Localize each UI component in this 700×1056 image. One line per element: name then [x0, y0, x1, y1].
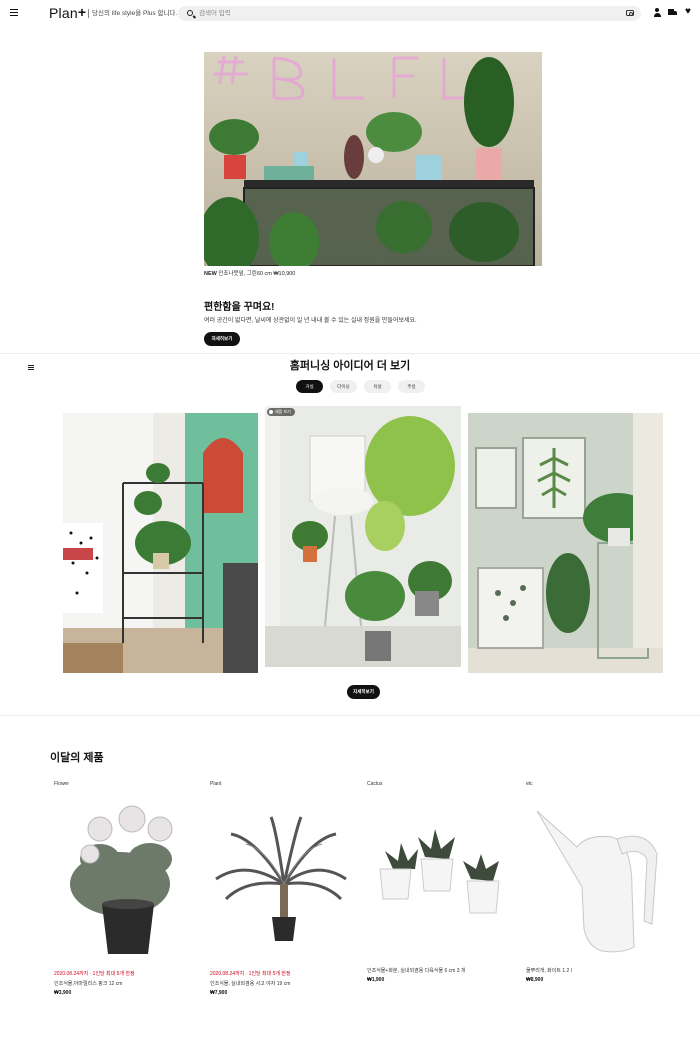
section-divider — [0, 715, 700, 716]
palm-image — [215, 816, 347, 941]
tab-kitchen[interactable]: 주방 — [398, 380, 425, 393]
ideas-detail-button[interactable]: 자세히보기 — [347, 685, 380, 699]
search-icon[interactable] — [187, 10, 193, 16]
cactus-image — [379, 829, 500, 914]
product-name: 인조식물+화분, 실내외겸용 다육식물 6 cm 3 개 — [367, 968, 466, 974]
truck-icon[interactable] — [668, 8, 678, 18]
hero-description: 여러 공간이 없다면, 날씨에 상관없이 일 년 내내 볼 수 있는 실내 정원… — [204, 318, 417, 324]
room-tabs: 거실 다이닝 욕실 주방 — [296, 380, 425, 393]
product-price: ₩8,900 — [526, 977, 544, 983]
hero-illustration — [204, 52, 542, 266]
idea-image-1[interactable] — [63, 413, 258, 673]
tab-dining[interactable]: 다이닝 — [330, 380, 357, 393]
product-name: 물뿌리개, 화이트 1.2 l — [526, 968, 572, 974]
product-promo: 2020.08.24까지 · 1인당 최대 5개 한정 — [210, 971, 291, 977]
hero-image[interactable] — [204, 52, 542, 266]
product-card[interactable]: Flower 2020.08.24까지 · 1인당 최대 5개 한정 인조식물,… — [50, 781, 200, 1001]
camera-icon[interactable] — [626, 10, 634, 17]
product-view-badge[interactable]: 제품 보기 — [267, 408, 295, 416]
hero-caption: NEW 인조나뭇잎, 그린60 cm ₩10,900 — [204, 269, 295, 277]
tab-bathroom[interactable]: 욕실 — [364, 380, 391, 393]
heart-icon[interactable]: ♥ — [685, 7, 695, 17]
product-price: ₩7,900 — [210, 990, 228, 996]
logo-plus: + — [77, 4, 87, 20]
new-label: NEW — [204, 271, 217, 277]
products-title: 이달의 제품 — [50, 752, 104, 764]
product-card[interactable]: Plant 2020.08.24까지 · 1인당 최대 5개 한정 인조식물, … — [206, 781, 356, 1001]
hero-detail-button[interactable]: 자세히보기 — [204, 332, 240, 346]
top-header: Plan+ 당신의 life style을 Plus 합니다. ♥ — [0, 0, 700, 28]
menu-icon[interactable] — [10, 9, 18, 16]
section-divider — [0, 353, 700, 354]
product-card[interactable]: etc 물뿌리개, 화이트 1.2 l ₩8,900 — [522, 781, 672, 1001]
logo-text: Plan — [49, 5, 78, 21]
idea-image-3[interactable] — [468, 413, 663, 673]
idea-illustration-1 — [63, 413, 258, 673]
idea-illustration-2 — [265, 406, 461, 667]
product-category: Cactus — [367, 781, 383, 787]
user-icon[interactable] — [652, 8, 662, 18]
hero-caption-text: 인조나뭇잎, 그린60 cm ₩10,900 — [216, 271, 296, 277]
search-input[interactable] — [199, 8, 599, 19]
badge-label: 제품 보기 — [275, 409, 291, 414]
product-promo: 2020.08.24까지 · 1인당 최대 5개 한정 — [54, 971, 135, 977]
idea-image-2[interactable] — [265, 406, 461, 667]
search-bar[interactable] — [178, 6, 641, 21]
product-price: ₩3,900 — [54, 990, 72, 996]
product-category: etc — [526, 781, 533, 787]
product-category: Flower — [54, 781, 70, 787]
logo[interactable]: Plan+ — [49, 4, 87, 21]
product-price: ₩1,900 — [367, 977, 385, 983]
ideas-title: 홈퍼니싱 아이디어 더 보기 — [289, 360, 411, 372]
product-image[interactable] — [363, 799, 513, 964]
product-name: 인조식물,아마릴리스 핑크 12 cm — [54, 981, 123, 987]
idea-illustration-3 — [468, 413, 663, 673]
product-category: Plant — [210, 781, 222, 787]
product-name: 인조식물, 실내외겸용 사고 야자 19 cm — [210, 981, 291, 987]
watering-can-image — [536, 810, 658, 953]
hero-title: 편한함을 꾸며요! — [204, 302, 275, 313]
tagline: 당신의 life style을 Plus 합니다. — [88, 9, 177, 18]
tag-icon — [269, 410, 273, 414]
product-image[interactable] — [50, 799, 200, 964]
flower-image — [70, 805, 173, 954]
product-card[interactable]: Cactus 인조식물+화분, 실내외겸용 다육식물 6 cm 3 개 ₩1,9… — [363, 781, 513, 1001]
tab-living[interactable]: 거실 — [296, 380, 323, 393]
product-image[interactable] — [206, 799, 356, 964]
product-image[interactable] — [522, 799, 672, 964]
